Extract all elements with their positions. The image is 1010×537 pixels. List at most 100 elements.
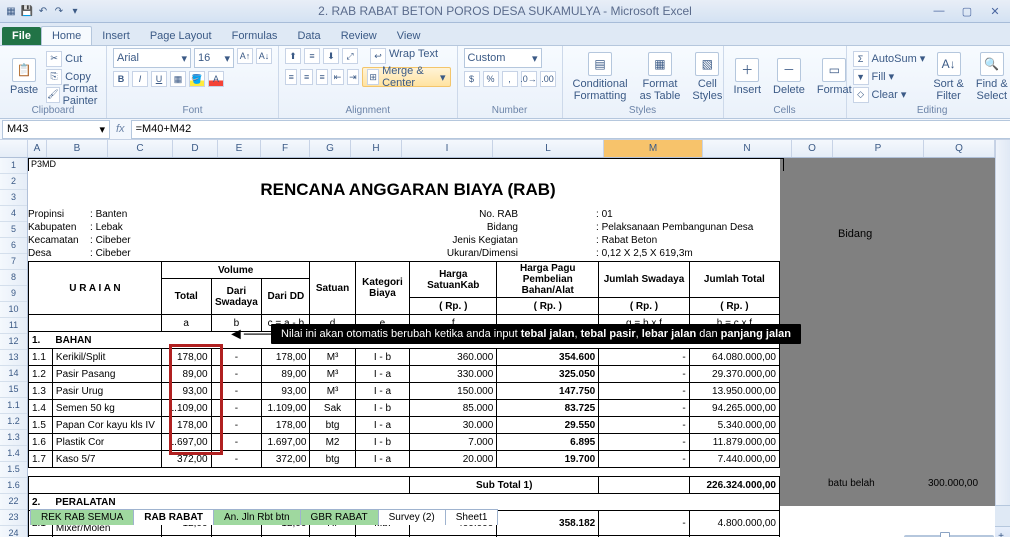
merge-center-button[interactable]: ⊞Merge & Center▾ bbox=[362, 67, 450, 87]
underline-button[interactable]: U bbox=[151, 71, 167, 87]
row-header[interactable]: 13 bbox=[0, 350, 27, 366]
row-header[interactable]: 6 bbox=[0, 238, 27, 254]
row-header[interactable]: 10 bbox=[0, 302, 27, 318]
zoom-in-icon[interactable]: + bbox=[998, 531, 1004, 537]
minimize-icon[interactable]: — bbox=[928, 4, 950, 18]
dec-decimal-icon[interactable]: .00 bbox=[540, 71, 556, 87]
row-header[interactable]: 14 bbox=[0, 366, 27, 382]
row-header[interactable]: 8 bbox=[0, 270, 27, 286]
align-middle-icon[interactable]: ≡ bbox=[304, 48, 320, 64]
row-headers[interactable]: 1234567891011121314151.11.21.31.41.51.62… bbox=[0, 158, 28, 537]
inc-decimal-icon[interactable]: .0→ bbox=[521, 71, 537, 87]
align-left-icon[interactable]: ≡ bbox=[285, 69, 297, 85]
tab-home[interactable]: Home bbox=[41, 26, 92, 45]
name-box[interactable]: M43▾ bbox=[2, 120, 110, 139]
col-I[interactable]: I bbox=[402, 140, 493, 157]
col-N[interactable]: N bbox=[703, 140, 792, 157]
col-M[interactable]: M bbox=[604, 140, 703, 157]
delete-cells-button[interactable]: －Delete bbox=[769, 56, 809, 98]
number-format-select[interactable]: Custom▾ bbox=[464, 48, 542, 68]
row-header[interactable]: 1.4 bbox=[0, 446, 27, 462]
tab-data[interactable]: Data bbox=[287, 27, 330, 45]
row-header[interactable]: 23 bbox=[0, 510, 27, 526]
shrink-font-icon[interactable]: A↓ bbox=[256, 48, 272, 64]
tab-formulas[interactable]: Formulas bbox=[222, 27, 288, 45]
format-as-table-button[interactable]: ▦Format as Table bbox=[636, 50, 685, 104]
row-header[interactable]: 1.1 bbox=[0, 398, 27, 414]
col-O[interactable]: O bbox=[792, 140, 833, 157]
row-header[interactable]: 22 bbox=[0, 494, 27, 510]
col-Q[interactable]: Q bbox=[924, 140, 995, 157]
row-header[interactable]: 4 bbox=[0, 206, 27, 222]
border-button[interactable]: ▦ bbox=[170, 71, 186, 87]
row-header[interactable]: 1 bbox=[0, 158, 27, 174]
tab-view[interactable]: View bbox=[387, 27, 431, 45]
row-header[interactable]: 1.6 bbox=[0, 478, 27, 494]
align-top-icon[interactable]: ⬆ bbox=[285, 48, 301, 64]
font-size-select[interactable]: 16▾ bbox=[194, 48, 234, 68]
col-D[interactable]: D bbox=[173, 140, 218, 157]
row-header[interactable]: 3 bbox=[0, 190, 27, 206]
select-all[interactable] bbox=[0, 140, 28, 157]
orientation-icon[interactable]: ⤢ bbox=[342, 48, 358, 64]
fx-icon[interactable]: fx bbox=[116, 123, 125, 135]
col-P[interactable]: P bbox=[833, 140, 924, 157]
format-painter-button[interactable]: 🖌Format Painter bbox=[46, 87, 100, 103]
sheet-tab[interactable]: Sheet1 bbox=[445, 509, 499, 525]
cell-styles-button[interactable]: ▧Cell Styles bbox=[688, 50, 726, 104]
clear-button[interactable]: ◇Clear▾ bbox=[853, 87, 926, 103]
col-G[interactable]: G bbox=[310, 140, 351, 157]
align-center-icon[interactable]: ≡ bbox=[300, 69, 312, 85]
sheet-tab[interactable]: Survey (2) bbox=[378, 509, 446, 525]
column-headers[interactable]: A B C D E F G H I L M N O P Q bbox=[0, 140, 995, 158]
indent-dec-icon[interactable]: ⇤ bbox=[331, 69, 343, 85]
row-header[interactable]: 24 bbox=[0, 526, 27, 537]
italic-button[interactable]: I bbox=[132, 71, 148, 87]
grow-font-icon[interactable]: A↑ bbox=[237, 48, 253, 64]
find-select-button[interactable]: 🔍Find & Select bbox=[972, 50, 1010, 104]
row-header[interactable]: 11 bbox=[0, 318, 27, 334]
row-header[interactable]: 9 bbox=[0, 286, 27, 302]
qat-more-icon[interactable]: ▾ bbox=[68, 4, 82, 18]
save-icon[interactable]: 💾 bbox=[20, 4, 34, 18]
font-color-button[interactable]: A bbox=[208, 71, 224, 87]
row-header[interactable]: 5 bbox=[0, 222, 27, 238]
col-F[interactable]: F bbox=[261, 140, 310, 157]
align-right-icon[interactable]: ≡ bbox=[316, 69, 328, 85]
row-header[interactable]: 2 bbox=[0, 174, 27, 190]
row-header[interactable]: 1.3 bbox=[0, 430, 27, 446]
row-header[interactable]: 15 bbox=[0, 382, 27, 398]
col-E[interactable]: E bbox=[218, 140, 261, 157]
tab-insert[interactable]: Insert bbox=[92, 27, 140, 45]
sheet-tab-active[interactable]: RAB RABAT bbox=[133, 509, 214, 525]
undo-icon[interactable]: ↶ bbox=[36, 4, 50, 18]
autosum-button[interactable]: ΣAutoSum▾ bbox=[853, 51, 926, 67]
comma-icon[interactable]: , bbox=[502, 71, 518, 87]
col-A[interactable]: A bbox=[28, 140, 47, 157]
currency-icon[interactable]: $ bbox=[464, 71, 480, 87]
fill-color-button[interactable]: 🪣 bbox=[189, 71, 205, 87]
maximize-icon[interactable]: ▢ bbox=[956, 4, 978, 18]
insert-cells-button[interactable]: ＋Insert bbox=[730, 56, 766, 98]
col-L[interactable]: L bbox=[493, 140, 604, 157]
row-header[interactable]: 1.5 bbox=[0, 462, 27, 478]
close-icon[interactable]: ✕ bbox=[984, 4, 1006, 18]
row-header[interactable]: 7 bbox=[0, 254, 27, 270]
sheet-tab[interactable]: REK RAB SEMUA bbox=[30, 509, 134, 525]
redo-icon[interactable]: ↷ bbox=[52, 4, 66, 18]
col-C[interactable]: C bbox=[108, 140, 173, 157]
row-header[interactable]: 12 bbox=[0, 334, 27, 350]
wrap-text-button[interactable]: Wrap Text bbox=[389, 48, 438, 64]
col-H[interactable]: H bbox=[351, 140, 402, 157]
vertical-scrollbar[interactable] bbox=[995, 140, 1010, 505]
font-select[interactable]: Arial▾ bbox=[113, 48, 191, 68]
grid[interactable]: P3MD RENCANA ANGGARAN BIAYA (RAB) Propin… bbox=[28, 158, 995, 537]
formula-bar[interactable]: =M40+M42 bbox=[131, 120, 1010, 139]
conditional-formatting-button[interactable]: ▤Conditional Formatting bbox=[569, 50, 632, 104]
bold-button[interactable]: B bbox=[113, 71, 129, 87]
cut-button[interactable]: ✂Cut bbox=[46, 51, 100, 67]
sort-filter-button[interactable]: A↓Sort & Filter bbox=[929, 50, 968, 104]
sheet-tab[interactable]: GBR RABAT bbox=[300, 509, 379, 525]
col-B[interactable]: B bbox=[47, 140, 108, 157]
tab-page-layout[interactable]: Page Layout bbox=[140, 27, 222, 45]
